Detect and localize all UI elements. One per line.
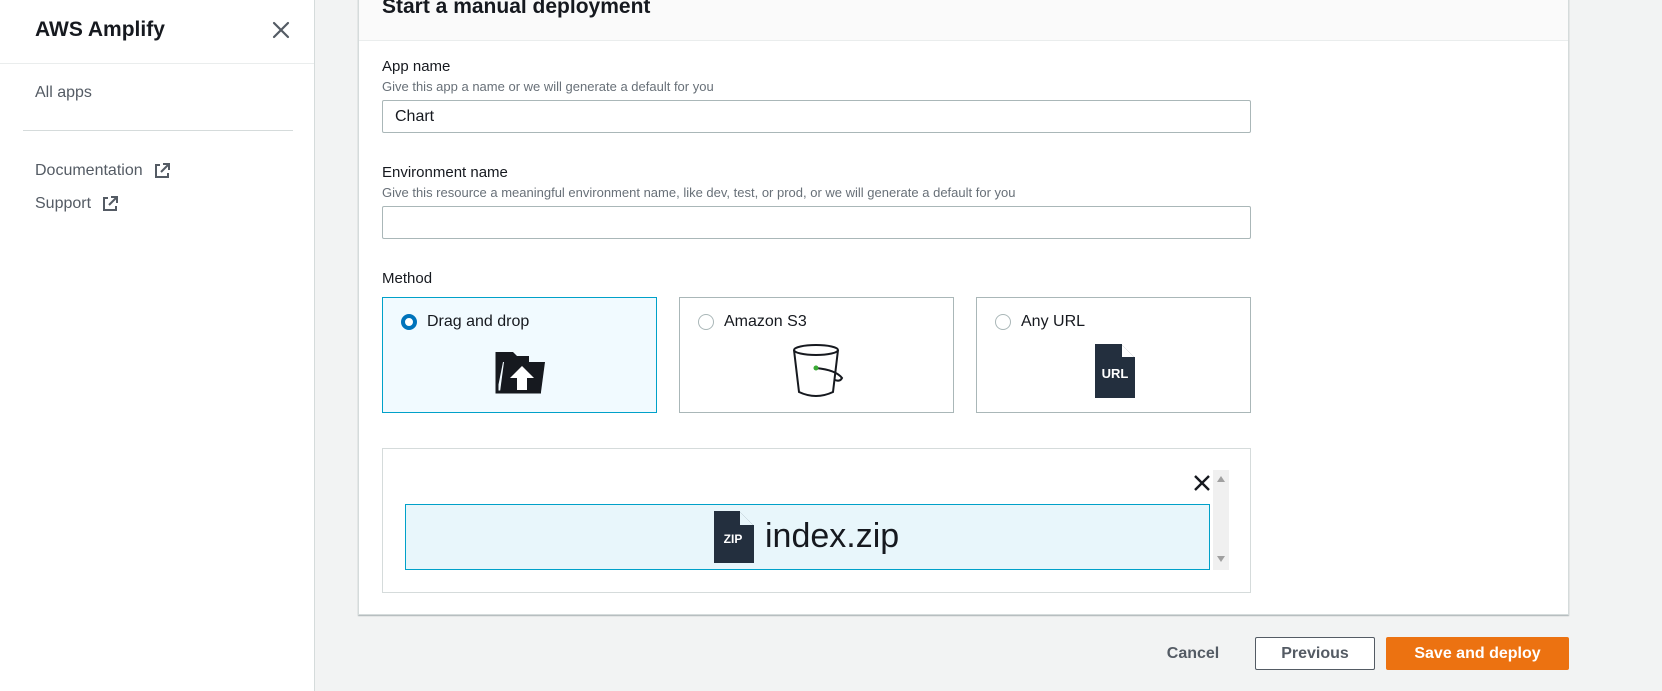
sidebar-item-label: Documentation <box>35 162 143 179</box>
scrollbar[interactable] <box>1213 470 1229 570</box>
side-navigation: AWS Amplify All apps Documentation Suppo… <box>0 0 315 691</box>
app-name-input[interactable] <box>382 100 1251 133</box>
scroll-down-icon[interactable] <box>1217 556 1225 562</box>
radio-button[interactable] <box>995 314 1011 330</box>
method-option-any-url[interactable]: Any URL URL <box>976 297 1251 413</box>
app-name-description: Give this app a name or we will generate… <box>382 79 714 94</box>
scroll-up-icon[interactable] <box>1217 476 1225 482</box>
previous-button[interactable]: Previous <box>1255 637 1375 670</box>
sidebar-item-documentation[interactable]: Documentation <box>35 162 171 180</box>
method-option-drag-and-drop[interactable]: Drag and drop <box>382 297 657 413</box>
save-and-deploy-button[interactable]: Save and deploy <box>1386 637 1569 670</box>
method-label: Method <box>382 270 433 287</box>
app-name-label: App name <box>382 58 451 75</box>
environment-name-description: Give this resource a meaningful environm… <box>382 185 1016 200</box>
svg-text:URL: URL <box>1102 366 1129 381</box>
radio-button[interactable] <box>698 314 714 330</box>
uploaded-file-card[interactable]: ZIP index.zip <box>405 504 1210 570</box>
bucket-icon <box>793 344 844 397</box>
sidebar-item-label: All apps <box>35 84 92 101</box>
external-link-icon <box>103 196 119 211</box>
radio-button[interactable] <box>401 314 417 330</box>
folder-upload-icon <box>495 352 545 394</box>
sidebar-divider <box>23 130 293 131</box>
external-link-icon <box>154 163 170 178</box>
sidebar-item-support[interactable]: Support <box>35 195 119 213</box>
environment-name-input[interactable] <box>382 206 1251 239</box>
sidebar-title[interactable]: AWS Amplify <box>35 18 165 42</box>
zip-file-icon: ZIP <box>714 511 754 563</box>
sidebar-item-label: Support <box>35 195 92 212</box>
manual-deployment-panel: Start a manual deployment App name Give … <box>358 0 1569 615</box>
remove-file-icon[interactable] <box>1192 473 1212 493</box>
close-icon[interactable] <box>269 18 293 42</box>
panel-header: Start a manual deployment <box>359 0 1568 41</box>
url-file-icon: URL <box>1095 344 1135 398</box>
file-name: index.zip <box>765 517 900 555</box>
file-drop-zone[interactable]: ZIP index.zip <box>382 448 1251 593</box>
page-title: Start a manual deployment <box>382 0 651 18</box>
environment-name-label: Environment name <box>382 164 508 181</box>
method-option-label: Drag and drop <box>427 313 530 330</box>
cancel-button[interactable]: Cancel <box>1155 637 1231 670</box>
method-option-label: Any URL <box>1021 313 1086 330</box>
sidebar-item-all-apps[interactable]: All apps <box>35 84 92 102</box>
sidebar-header: AWS Amplify <box>0 0 314 64</box>
method-option-label: Amazon S3 <box>724 313 807 330</box>
file-icon-text: ZIP <box>724 532 743 546</box>
method-option-amazon-s3[interactable]: Amazon S3 <box>679 297 954 413</box>
